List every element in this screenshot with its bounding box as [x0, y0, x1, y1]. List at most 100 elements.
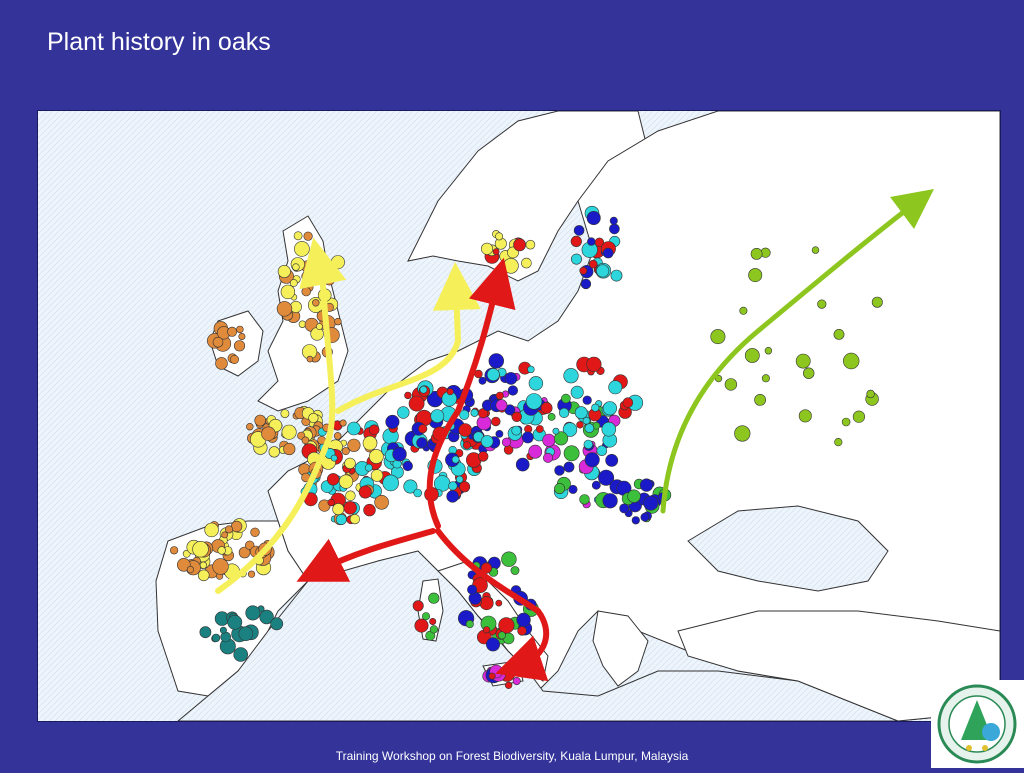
haplotype-dot [485, 637, 500, 652]
haplotype-dot [525, 239, 536, 250]
haplotype-dot [563, 461, 575, 473]
haplotype-dot [368, 449, 384, 464]
haplotype-dot [842, 352, 860, 370]
haplotype-dot [798, 409, 812, 423]
haplotype-dot [491, 416, 501, 427]
haplotype-dot [866, 389, 875, 399]
haplotype-dot [306, 355, 314, 363]
haplotype-dot [528, 444, 543, 459]
haplotype-dot [404, 391, 412, 400]
haplotype-dot [238, 333, 246, 341]
haplotype-dot [217, 546, 226, 555]
haplotype-dot [640, 512, 650, 522]
haplotype-dot [811, 246, 820, 254]
haplotype-dot [385, 414, 400, 429]
haplotype-dot [479, 596, 494, 611]
haplotype-dot [370, 469, 384, 482]
haplotype-dot [527, 365, 535, 374]
haplotype-dot [579, 494, 590, 505]
haplotype-dot [170, 546, 179, 555]
haplotype-dot [554, 483, 566, 495]
haplotype-dot [429, 617, 437, 625]
haplotype-dot [478, 376, 487, 385]
haplotype-dot [596, 264, 610, 278]
haplotype-dot [301, 436, 310, 445]
haplotype-dot [547, 412, 556, 421]
haplotype-dot [333, 432, 342, 440]
haplotype-dot [795, 353, 811, 369]
haplotype-dot [605, 453, 619, 467]
haplotype-dot [602, 401, 618, 416]
haplotype-dot [643, 495, 659, 511]
haplotype-dot [455, 475, 464, 484]
haplotype-dot [501, 437, 512, 447]
haplotype-dot [511, 411, 522, 422]
haplotype-dot [591, 480, 601, 490]
haplotype-dot [227, 614, 243, 630]
haplotype-dot [609, 223, 620, 235]
haplotype-dot [579, 266, 588, 275]
haplotype-dot [542, 452, 553, 463]
haplotype-dot [330, 454, 338, 462]
haplotype-dot [341, 447, 350, 456]
haplotype-dot [608, 380, 623, 395]
haplotype-dot [558, 407, 570, 419]
haplotype-dot [419, 385, 428, 394]
haplotype-dot [744, 348, 760, 363]
haplotype-dot [483, 626, 491, 634]
haplotype-dot [576, 421, 584, 429]
haplotype-dot [552, 427, 560, 435]
haplotype-dot [446, 388, 454, 396]
haplotype-dot [412, 600, 424, 612]
haplotype-dot [724, 378, 738, 391]
haplotype-dot [486, 368, 500, 381]
haplotype-dot [492, 248, 500, 255]
haplotype-dot [515, 457, 530, 472]
haplotype-dot [504, 372, 518, 385]
haplotype-dot [459, 481, 471, 493]
haplotype-dot [448, 481, 458, 491]
haplotype-dot [358, 485, 372, 499]
haplotype-dot [513, 238, 526, 252]
haplotype-dot [199, 626, 212, 639]
haplotype-dot [586, 211, 601, 226]
haplotype-dot [462, 441, 471, 450]
haplotype-dot [294, 241, 310, 257]
haplotype-dot [277, 265, 291, 279]
slide-title: Plant history in oaks [47, 28, 271, 56]
haplotype-dot [345, 490, 356, 501]
haplotype-dot [347, 421, 361, 436]
haplotype-dot [212, 558, 229, 575]
haplotype-dot [332, 503, 345, 516]
haplotype-dot [458, 423, 473, 437]
haplotype-dot [338, 474, 354, 489]
haplotype-dot [362, 435, 378, 451]
haplotype-dot [270, 617, 284, 631]
haplotype-dot [498, 617, 515, 634]
haplotype-dot [610, 269, 623, 282]
haplotype-dot [335, 513, 347, 525]
haplotype-dot [488, 353, 504, 369]
haplotype-dot [517, 626, 527, 636]
haplotype-dot [254, 414, 266, 427]
haplotype-dot [293, 231, 303, 241]
haplotype-dot [510, 566, 520, 575]
haplotype-dot [236, 325, 244, 334]
haplotype-dot [587, 237, 596, 246]
haplotype-dot [227, 326, 238, 337]
haplotype-dot [230, 355, 240, 365]
haplotype-dot [574, 406, 588, 420]
haplotype-dot [841, 417, 851, 427]
haplotype-dot [233, 647, 248, 662]
haplotype-dot [570, 385, 584, 399]
haplotype-dot [339, 419, 347, 427]
haplotype-dot [343, 501, 357, 515]
haplotype-dot [495, 599, 503, 607]
haplotype-dot [734, 425, 751, 442]
haplotype-dot [495, 232, 504, 241]
haplotype-dot [748, 268, 763, 283]
haplotype-dot [310, 327, 324, 341]
haplotype-dot [563, 445, 580, 462]
haplotype-dot [495, 391, 504, 400]
haplotype-dot [754, 393, 766, 406]
